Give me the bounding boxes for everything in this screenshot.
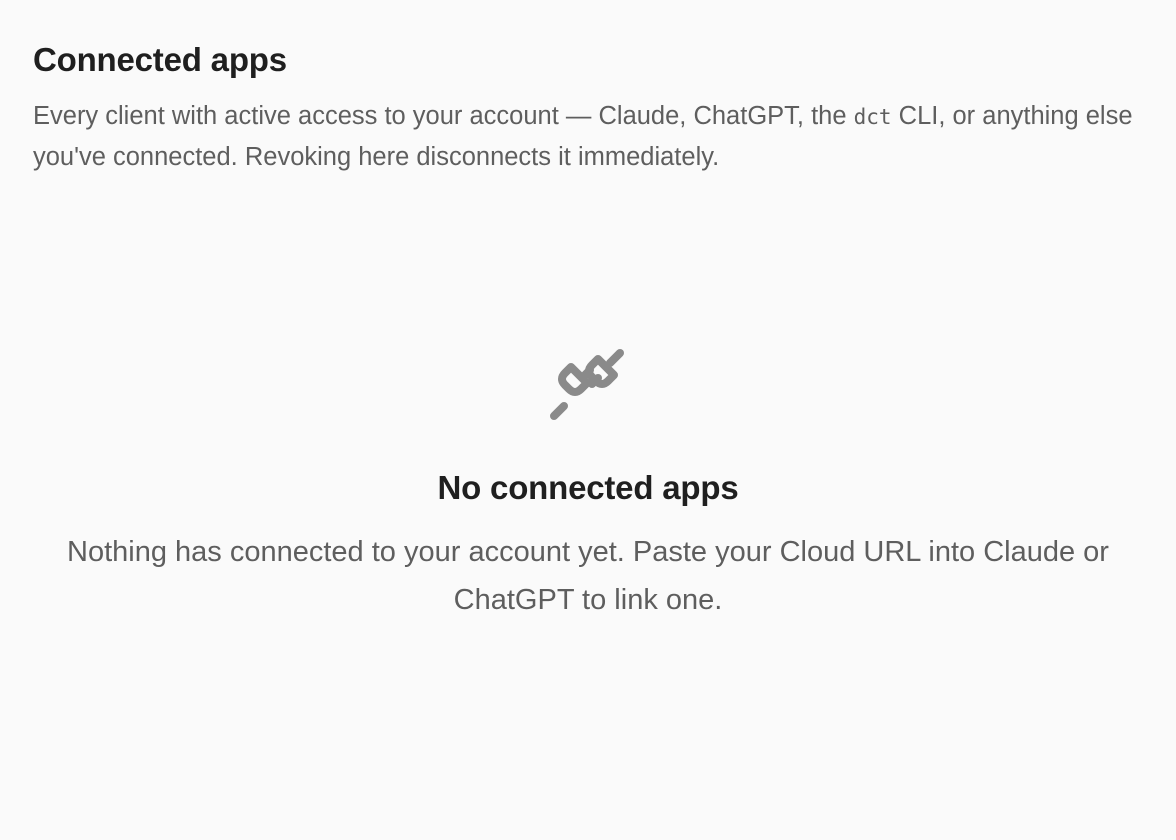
plug-disconnected-icon [550,349,624,420]
empty-state-title: No connected apps [437,469,739,506]
section-description: Every client with active access to your … [33,96,1143,177]
connected-apps-section: Connected apps Every client with active … [0,0,1176,840]
empty-state: No connected apps Nothing has connected … [0,330,1176,624]
section-title: Connected apps [33,41,287,78]
empty-state-description: Nothing has connected to your account ye… [67,536,1109,616]
description-text-start: Every client with active access to your … [33,102,854,130]
cli-command-code: dct [853,105,892,129]
